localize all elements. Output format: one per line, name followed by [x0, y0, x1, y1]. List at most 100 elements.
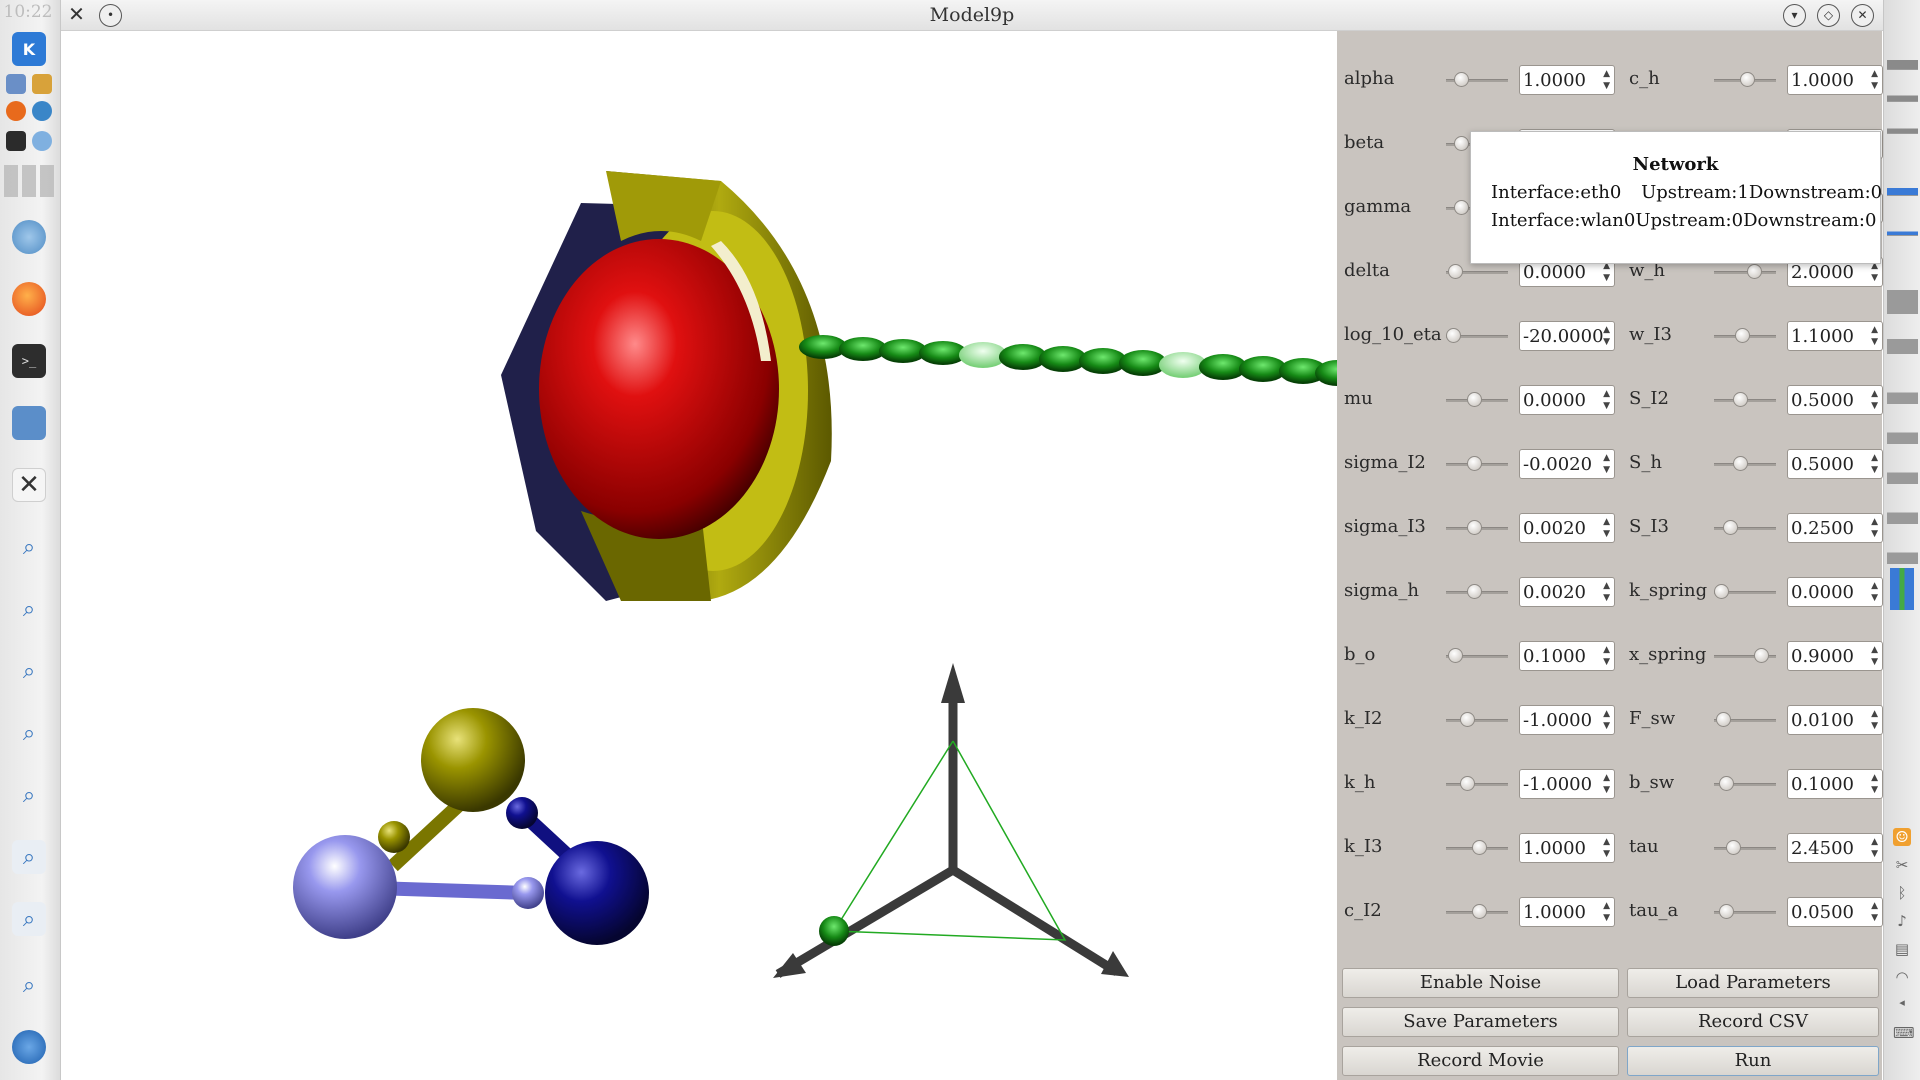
app-window-icon-1[interactable]: ⌕ [12, 530, 46, 564]
param-slider-w_I3[interactable] [1714, 326, 1776, 346]
param-spinbox-w_I3[interactable]: 1.1000 ▲ ▼ [1787, 321, 1883, 351]
param-slider-log_10_eta[interactable] [1446, 326, 1508, 346]
terminal-icon[interactable]: >_ [12, 344, 46, 378]
param-spinbox-k_spring[interactable]: 0.0000 ▲ ▼ [1787, 577, 1883, 607]
spin-arrows-icon[interactable]: ▲▼ [1871, 388, 1878, 412]
slider-handle[interactable] [1723, 520, 1739, 535]
updates-icon[interactable]: ☺ [1893, 828, 1911, 846]
run-button[interactable]: Run [1627, 1046, 1879, 1076]
param-spinbox-b_o[interactable]: 0.1000 ▲ ▼ [1519, 641, 1615, 671]
load-parameters-button[interactable]: Load Parameters [1627, 968, 1879, 998]
param-slider-tau_a[interactable] [1714, 902, 1776, 922]
slider-handle[interactable] [1460, 712, 1476, 727]
param-spinbox-k_h[interactable]: -1.0000 ▲ ▼ [1519, 769, 1615, 799]
spin-arrows-icon[interactable]: ▲▼ [1871, 68, 1878, 92]
slider-handle[interactable] [1725, 840, 1741, 855]
slider-handle[interactable] [1714, 584, 1729, 599]
spinbox-value[interactable]: 0.0000 [1523, 262, 1586, 283]
tools-tray-icon[interactable]: ✂ [1893, 856, 1911, 874]
slider-handle[interactable] [1467, 520, 1483, 535]
spin-arrows-icon[interactable]: ▲▼ [1871, 772, 1878, 796]
param-spinbox-S_I3[interactable]: 0.2500 ▲ ▼ [1787, 513, 1883, 543]
slider-handle[interactable] [1739, 72, 1755, 87]
slider-handle[interactable] [1746, 264, 1762, 279]
spin-arrows-icon[interactable]: ▲▼ [1871, 836, 1878, 860]
spinbox-value[interactable]: -1.0000 [1523, 774, 1592, 795]
slider-handle[interactable] [1753, 648, 1769, 663]
param-spinbox-c_h[interactable]: 1.0000 ▲ ▼ [1787, 65, 1883, 95]
spinbox-value[interactable]: 0.1000 [1523, 646, 1586, 667]
param-slider-tau[interactable] [1714, 838, 1776, 858]
spinbox-value[interactable]: -20.0000 [1523, 326, 1604, 347]
bluetooth-icon[interactable]: ᛒ [1893, 884, 1911, 902]
spinbox-value[interactable]: 1.0000 [1523, 70, 1586, 91]
slider-handle[interactable] [1732, 392, 1748, 407]
expand-tray-icon[interactable]: ◂ [1893, 994, 1911, 1012]
spinbox-value[interactable]: 0.5000 [1791, 454, 1854, 475]
app-window-icon-5[interactable]: ⌕ [12, 778, 46, 812]
slider-handle[interactable] [1467, 456, 1483, 471]
3d-viewport[interactable] [61, 31, 1359, 1080]
network-small-icon[interactable] [32, 131, 52, 151]
spinbox-value[interactable]: -0.0020 [1523, 454, 1592, 475]
param-spinbox-tau_a[interactable]: 0.0500 ▲ ▼ [1787, 897, 1883, 927]
param-slider-x_spring[interactable] [1714, 646, 1776, 666]
param-spinbox-F_sw[interactable]: 0.0100 ▲ ▼ [1787, 705, 1883, 735]
refresh-icon[interactable] [32, 101, 52, 121]
enable-noise-button[interactable]: Enable Noise [1342, 968, 1619, 998]
param-slider-alpha[interactable] [1446, 70, 1508, 90]
firefox-small-icon[interactable] [6, 101, 26, 121]
clipboard-icon[interactable]: ▤ [1893, 940, 1911, 958]
param-slider-F_sw[interactable] [1714, 710, 1776, 730]
param-spinbox-log_10_eta[interactable]: -20.0000 ▲ ▼ [1519, 321, 1615, 351]
x11-icon[interactable]: ✕ [12, 468, 46, 502]
param-slider-sigma_I3[interactable] [1446, 518, 1508, 538]
slider-handle[interactable] [1467, 392, 1483, 407]
spin-arrows-icon[interactable]: ▲▼ [1871, 708, 1878, 732]
disk-icon[interactable] [12, 220, 46, 254]
spin-arrows-icon[interactable]: ▲▼ [1603, 324, 1610, 348]
param-spinbox-sigma_h[interactable]: 0.0020 ▲ ▼ [1519, 577, 1615, 607]
spin-arrows-icon[interactable]: ▲▼ [1603, 452, 1610, 476]
pager-icon[interactable] [4, 165, 56, 197]
slider-handle[interactable] [1460, 776, 1476, 791]
volume-icon[interactable]: ♪ [1893, 912, 1911, 930]
param-slider-c_I2[interactable] [1446, 902, 1508, 922]
terminal-small-icon[interactable] [6, 131, 26, 151]
param-slider-c_h[interactable] [1714, 70, 1776, 90]
param-slider-k_h[interactable] [1446, 774, 1508, 794]
maximize-button[interactable]: ◇ [1817, 4, 1840, 27]
kde-menu-icon[interactable]: K [12, 32, 46, 66]
param-slider-k_spring[interactable] [1714, 582, 1776, 602]
minimize-button[interactable]: ▾ [1783, 4, 1806, 27]
spin-arrows-icon[interactable]: ▲▼ [1603, 580, 1610, 604]
slider-handle[interactable] [1716, 712, 1732, 727]
record-movie-button[interactable]: Record Movie [1342, 1046, 1619, 1076]
param-slider-w_h[interactable] [1714, 262, 1776, 282]
param-spinbox-k_I3[interactable]: 1.0000 ▲ ▼ [1519, 833, 1615, 863]
close-button[interactable]: ✕ [1851, 4, 1874, 27]
spinbox-value[interactable]: 0.9000 [1791, 646, 1854, 667]
slider-handle[interactable] [1448, 648, 1464, 663]
param-slider-sigma_h[interactable] [1446, 582, 1508, 602]
app-window-icon-4[interactable]: ⌕ [12, 716, 46, 750]
calendar-icon[interactable] [6, 74, 26, 94]
param-spinbox-alpha[interactable]: 1.0000 ▲ ▼ [1519, 65, 1615, 95]
param-slider-S_h[interactable] [1714, 454, 1776, 474]
wifi-icon[interactable]: ◠ [1893, 968, 1911, 986]
spinbox-value[interactable]: -1.0000 [1523, 710, 1592, 731]
spin-arrows-icon[interactable]: ▲▼ [1603, 836, 1610, 860]
spin-arrows-icon[interactable]: ▲▼ [1603, 68, 1610, 92]
spin-arrows-icon[interactable]: ▲▼ [1603, 644, 1610, 668]
slider-handle[interactable] [1454, 72, 1470, 87]
remote-desktop-icon[interactable] [12, 406, 46, 440]
spinbox-value[interactable]: 2.4500 [1791, 838, 1854, 859]
spin-arrows-icon[interactable]: ▲▼ [1871, 900, 1878, 924]
spinbox-value[interactable]: 1.0000 [1523, 838, 1586, 859]
spin-arrows-icon[interactable]: ▲▼ [1603, 516, 1610, 540]
app-window-icon-7[interactable]: ⌕ [12, 902, 46, 936]
app-window-icon-8[interactable]: ⌕ [12, 968, 46, 1002]
param-spinbox-S_h[interactable]: 0.5000 ▲ ▼ [1787, 449, 1883, 479]
save-parameters-button[interactable]: Save Parameters [1342, 1007, 1619, 1037]
spinbox-value[interactable]: 0.0000 [1791, 582, 1854, 603]
